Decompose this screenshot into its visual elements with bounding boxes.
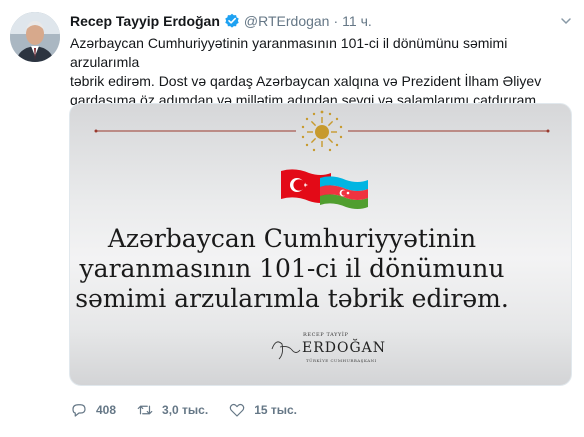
tweet-actions: 408 3,0 тыс. 15 тыс. (70, 400, 317, 420)
verified-badge-icon (224, 13, 240, 29)
retweet-button[interactable]: 3,0 тыс. (136, 401, 208, 419)
signature-top-text: RECEP TAYYİP (303, 332, 349, 338)
avatar[interactable] (10, 12, 60, 62)
retweet-count: 3,0 тыс. (162, 403, 209, 417)
card-message: Azərbaycan Cumhuriyyətinin yaranmasının … (0, 224, 584, 314)
retweet-icon (137, 405, 153, 415)
card-message-line: Azərbaycan Cumhuriyyətinin (107, 224, 477, 253)
tweet-text-line: təbrik edirəm. Dost və qardaş Azərbaycan… (70, 73, 542, 89)
reply-icon (72, 404, 86, 417)
chevron-down-icon[interactable] (560, 14, 572, 26)
tweet-header: Recep Tayyip Erdoğan @RTErdogan · 11 ч. (70, 11, 372, 31)
reply-button[interactable]: 408 (70, 401, 116, 419)
signature-name: ERDOĞAN (302, 340, 387, 356)
like-count: 15 тыс. (254, 403, 298, 417)
header-separator: · (333, 13, 339, 29)
author-handle[interactable]: @RTErdogan (244, 13, 330, 29)
reply-count: 408 (96, 403, 117, 417)
tweet-text-line: Azərbaycan Cumhuriyyətinin yaranmasının … (70, 35, 508, 70)
card-message-line: səmimi arzularımla təbrik edirəm. (75, 284, 509, 313)
tweet-text: Azərbaycan Cumhuriyyətinin yaranmasının … (70, 34, 570, 110)
signature-subtitle: TÜRKİYE CUMHURBAŞKANI (306, 358, 377, 363)
heart-icon (229, 403, 245, 417)
tweet-timestamp[interactable]: 11 ч. (342, 13, 372, 29)
tweet[interactable]: Recep Tayyip Erdoğan @RTErdogan · 11 ч. … (0, 0, 584, 437)
author-name[interactable]: Recep Tayyip Erdoğan (70, 13, 220, 29)
like-button[interactable]: 15 тыс. (228, 401, 297, 419)
card-message-line: yaranmasının 101-ci il dönümunu (79, 254, 505, 283)
